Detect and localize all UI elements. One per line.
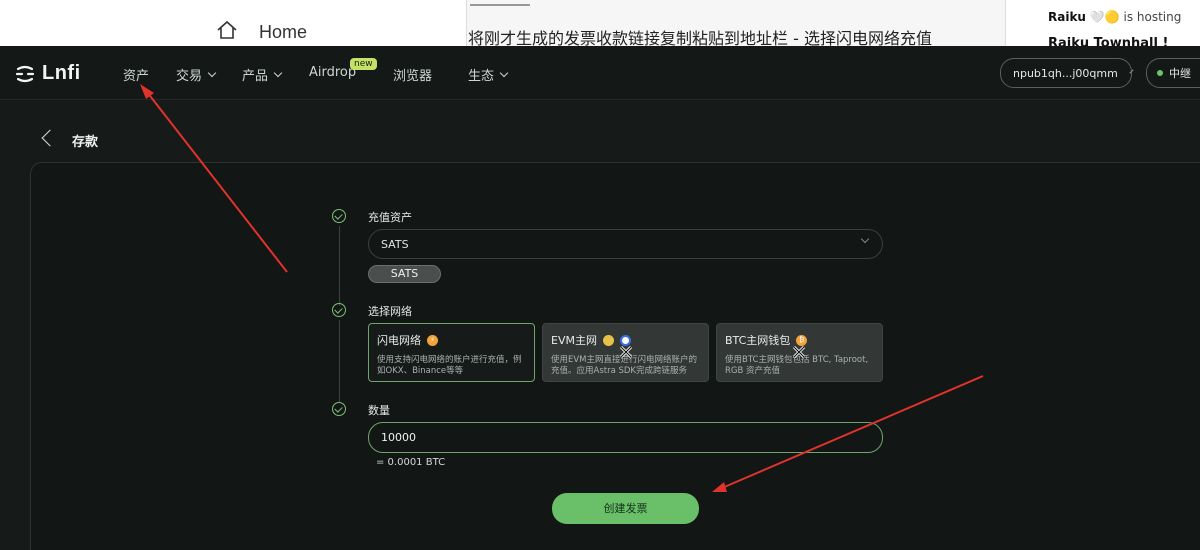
network-button[interactable]: 中继 (1146, 58, 1200, 88)
side-author-name: Raiku (1048, 10, 1086, 24)
amount-value: 10000 (381, 431, 416, 444)
navbar: Lnfi 资产 交易 产品 Airdrop new 浏览器 生态 npub1qh… (0, 46, 1200, 100)
not-allowed-cursor-icon (792, 345, 806, 359)
nav-products[interactable]: 产品 (242, 65, 283, 84)
nav-ecosystem[interactable]: 生态 (468, 65, 509, 84)
new-badge: new (350, 58, 377, 70)
step-connector (338, 226, 340, 306)
nav-trade[interactable]: 交易 (176, 65, 217, 84)
nav-assets-label: 资产 (123, 69, 150, 84)
asset-select[interactable]: SATS (368, 229, 883, 259)
step-check-icon (332, 402, 346, 416)
page-title: 存款 (72, 135, 99, 150)
amount-input[interactable]: 10000 (368, 422, 883, 453)
nav-explorer[interactable]: 浏览器 (393, 65, 432, 84)
nav-airdrop-label: Airdrop (309, 65, 357, 80)
network-option-name: EVM主网 (551, 334, 597, 347)
background-page-strip: Home 将刚才生成的发票收款链接复制粘贴到地址栏 - 选择闪电网络充值 Rai… (0, 0, 1200, 46)
instruction-divider (470, 4, 530, 6)
chevron-down-icon (860, 234, 870, 244)
step-connector (338, 320, 340, 402)
nav-ecosystem-label: 生态 (468, 69, 495, 84)
chevron-down-icon (1129, 68, 1134, 74)
wallet-address: npub1qh...j00qmm (1013, 66, 1118, 80)
network-option-name: 闪电网络 (377, 334, 421, 347)
side-title: Raiku Townhall ! (1048, 36, 1169, 46)
step-label-network: 选择网络 (368, 305, 412, 318)
step-label-amount: 数量 (368, 404, 390, 417)
logo-text: Lnfi (42, 62, 81, 84)
bitcoin-icon: ₿ (796, 334, 808, 346)
nav-trade-label: 交易 (176, 69, 203, 84)
network-option-name: BTC主网钱包 (725, 334, 791, 347)
side-author: Raiku 🤍🟡 is hosting (1048, 10, 1182, 24)
chevron-down-icon (207, 68, 217, 77)
nav-airdrop[interactable]: Airdrop (309, 65, 356, 80)
step-label-asset: 充值资产 (368, 211, 412, 224)
status-dot-icon (1157, 70, 1163, 76)
step-check-icon (332, 209, 346, 223)
network-option-title: 闪电网络 ⚡ (377, 332, 526, 348)
logo[interactable]: Lnfi (14, 62, 81, 85)
nav-assets[interactable]: 资产 (123, 65, 149, 84)
side-author-suffix: is hosting (1123, 10, 1182, 24)
asset-chip[interactable]: SATS (368, 265, 441, 283)
chain-coin-icon (619, 334, 631, 346)
bnb-coin-icon (602, 334, 614, 346)
instruction-text: 将刚才生成的发票收款链接复制粘贴到地址栏 - 选择闪电网络充值 (468, 29, 932, 46)
home-icon[interactable] (216, 20, 238, 40)
chevron-down-icon (499, 68, 509, 77)
not-allowed-cursor-icon (619, 345, 633, 359)
back-arrow-icon[interactable] (41, 129, 59, 147)
step-check-icon (332, 303, 346, 317)
amount-conversion: = 0.0001 BTC (376, 457, 446, 468)
chevron-down-icon (273, 68, 283, 77)
wallet-button[interactable]: npub1qh...j00qmm (1000, 58, 1134, 88)
home-label[interactable]: Home (259, 22, 307, 43)
nav-products-label: 产品 (242, 69, 269, 84)
nav-explorer-label: 浏览器 (393, 69, 433, 84)
asset-select-value: SATS (381, 237, 409, 251)
network-label: 中继 (1169, 67, 1191, 80)
create-invoice-button[interactable]: 创建发票 (552, 493, 699, 524)
lnfi-logo-icon (15, 65, 35, 82)
network-option-lightning[interactable]: 闪电网络 ⚡ 使用支持闪电网络的账户进行充值，例如OKX、Binance等等 (368, 323, 535, 382)
network-option-desc: 使用支持闪电网络的账户进行充值，例如OKX、Binance等等 (377, 355, 522, 376)
lightning-icon: ⚡ (427, 334, 438, 346)
